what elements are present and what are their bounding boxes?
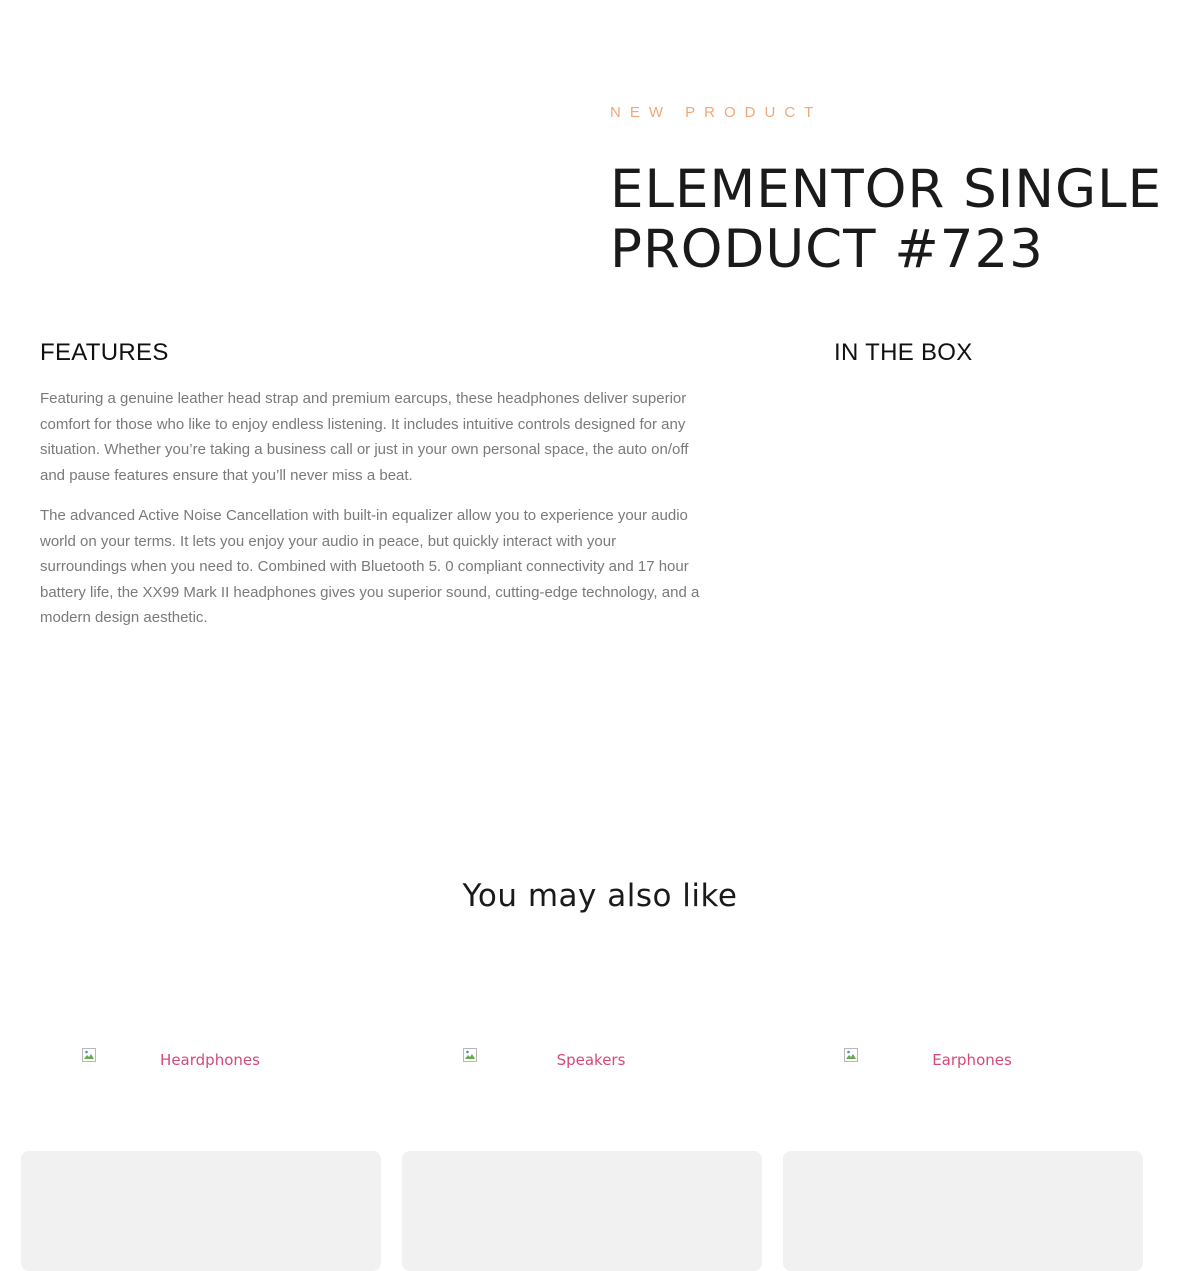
features-paragraph-1: Featuring a genuine leather head strap a… [40,390,689,484]
product-title: ELEMENTOR SINGLE PRODUCT #723 [610,159,1163,280]
category-label: Speakers [556,1051,626,1069]
also-like-heading: You may also like [462,878,738,914]
features-heading: FEATURES [40,339,169,366]
category-label: Earphones [932,1051,1012,1069]
product-card-headphones[interactable] [21,1151,381,1271]
product-eyebrow: NEW PRODUCT [610,104,823,121]
category-link-speakers[interactable]: Speakers [401,1048,761,1074]
product-card-speakers[interactable] [402,1151,762,1271]
features-paragraph-2: The advanced Active Noise Cancellation w… [40,507,700,626]
category-link-headphones[interactable]: Heardphones [20,1048,380,1074]
category-link-earphones[interactable]: Earphones [782,1048,1142,1074]
category-label: Heardphones [160,1051,260,1069]
in-the-box-heading: IN THE BOX [834,339,973,366]
product-card-earphones[interactable] [783,1151,1143,1271]
